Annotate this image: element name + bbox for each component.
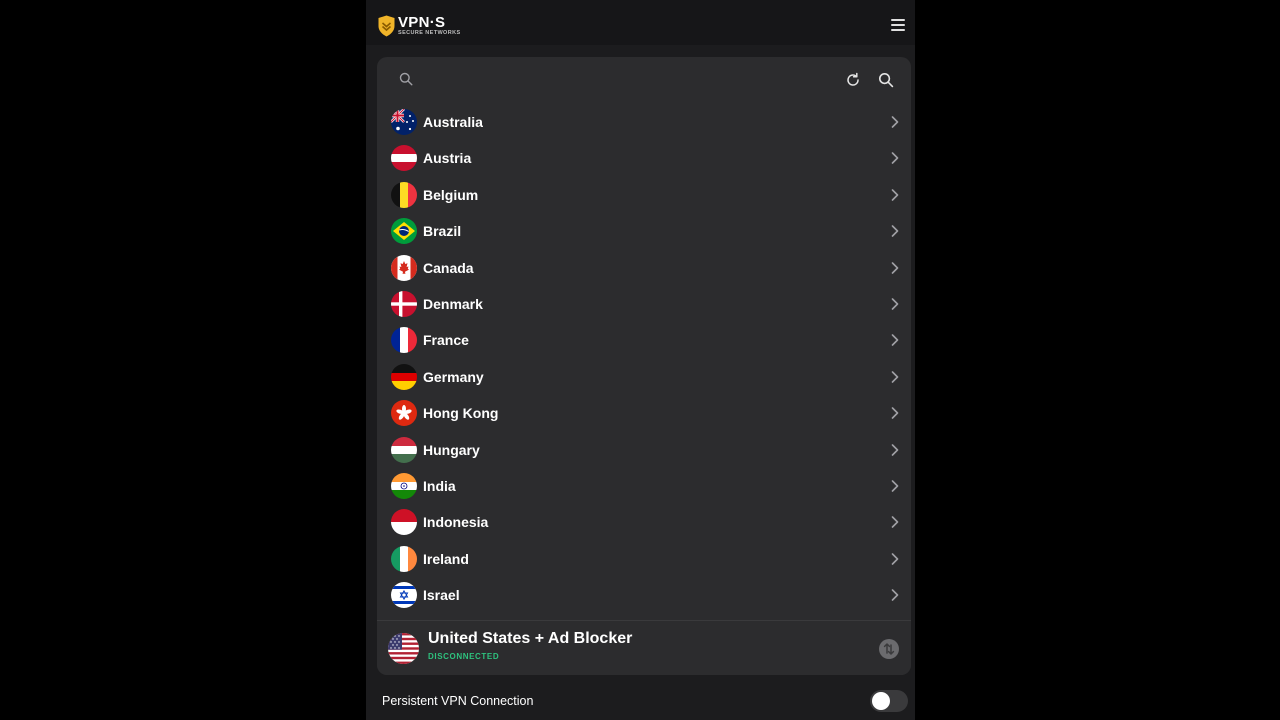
hamburger-menu-icon[interactable] [891, 19, 905, 31]
connection-status-text: DISCONNECTED [428, 652, 500, 661]
israel-flag-icon [391, 582, 417, 609]
denmark-flag-icon [391, 290, 417, 317]
connect-button[interactable] [879, 639, 899, 659]
country-row-israel[interactable]: Israel [377, 577, 911, 613]
country-name: Canada [423, 259, 474, 276]
shield-logo-icon [378, 15, 395, 37]
country-row-belgium[interactable]: Belgium [377, 177, 911, 213]
persistent-vpn-setting: Persistent VPN Connection [366, 680, 915, 720]
austria-flag-icon [391, 145, 417, 172]
search-bar [377, 57, 911, 103]
country-name: Germany [423, 368, 484, 385]
country-name: Denmark [423, 295, 483, 312]
chevron-right-icon [891, 225, 899, 237]
country-row-brazil[interactable]: Brazil [377, 213, 911, 249]
united-states-flag-icon [388, 633, 419, 664]
logo-subtitle: SECURE NETWORKS [398, 30, 461, 36]
search-button-icon[interactable] [878, 72, 894, 88]
country-name: Belgium [423, 186, 479, 203]
vpn-app-window: VPN·S SECURE NETWORKS Australia Austria … [366, 0, 915, 720]
country-name: France [423, 332, 469, 349]
search-icon [399, 72, 413, 86]
brazil-flag-icon [391, 218, 417, 245]
country-row-india[interactable]: India [377, 468, 911, 504]
indonesia-flag-icon [391, 509, 417, 536]
connect-arrows-icon [883, 643, 895, 655]
country-row-germany[interactable]: Germany [377, 359, 911, 395]
chevron-right-icon [891, 261, 899, 274]
country-row-indonesia[interactable]: Indonesia [377, 504, 911, 540]
country-name: Ireland [423, 550, 469, 567]
chevron-right-icon [891, 480, 899, 492]
country-name: India [423, 477, 456, 494]
chevron-right-icon [891, 443, 899, 456]
country-row-hong-kong[interactable]: Hong Kong [377, 395, 911, 431]
hong-kong-flag-icon [391, 400, 417, 427]
connection-location: United States + Ad Blocker [428, 630, 633, 647]
country-name: Hungary [423, 441, 480, 458]
india-flag-icon [391, 472, 417, 499]
logo-title: VPN·S [398, 14, 446, 31]
search-input[interactable] [421, 67, 831, 93]
country-name: Hong Kong [423, 405, 499, 422]
app-logo: VPN·S SECURE NETWORKS [378, 15, 461, 37]
france-flag-icon [391, 327, 417, 354]
country-name: Austria [423, 150, 472, 167]
belgium-flag-icon [391, 181, 417, 208]
chevron-right-icon [891, 589, 899, 601]
chevron-right-icon [891, 188, 899, 201]
country-row-australia[interactable]: Australia [377, 104, 911, 140]
country-row-hungary[interactable]: Hungary [377, 432, 911, 468]
country-name: Brazil [423, 223, 462, 240]
country-list: Australia Austria Belgium Brazil Canada … [377, 104, 911, 613]
country-name: Australia [423, 114, 483, 130]
chevron-right-icon [891, 334, 899, 347]
chevron-right-icon [891, 370, 899, 383]
ireland-flag-icon [391, 545, 417, 572]
top-bar: VPN·S SECURE NETWORKS [366, 0, 915, 45]
country-row-denmark[interactable]: Denmark [377, 286, 911, 322]
chevron-right-icon [891, 152, 899, 165]
country-name: Israel [423, 587, 460, 604]
hungary-flag-icon [391, 436, 417, 463]
canada-flag-icon [391, 254, 417, 281]
chevron-right-icon [891, 298, 899, 310]
country-row-france[interactable]: France [377, 322, 911, 358]
country-name: Indonesia [423, 514, 489, 531]
chevron-right-icon [891, 407, 899, 419]
refresh-icon[interactable] [845, 72, 861, 88]
persistent-vpn-toggle[interactable] [870, 690, 908, 712]
chevron-right-icon [891, 516, 899, 529]
persistent-vpn-label: Persistent VPN Connection [382, 694, 534, 708]
country-row-austria[interactable]: Austria [377, 140, 911, 176]
chevron-right-icon [891, 116, 899, 128]
connection-status-bar: United States + Ad Blocker DISCONNECTED [377, 620, 911, 675]
toggle-knob [872, 692, 890, 710]
australia-flag-icon [391, 109, 417, 135]
germany-flag-icon [391, 363, 417, 390]
country-row-ireland[interactable]: Ireland [377, 541, 911, 577]
chevron-right-icon [891, 552, 899, 565]
country-row-canada[interactable]: Canada [377, 250, 911, 286]
server-list-card: Australia Austria Belgium Brazil Canada … [377, 57, 911, 675]
